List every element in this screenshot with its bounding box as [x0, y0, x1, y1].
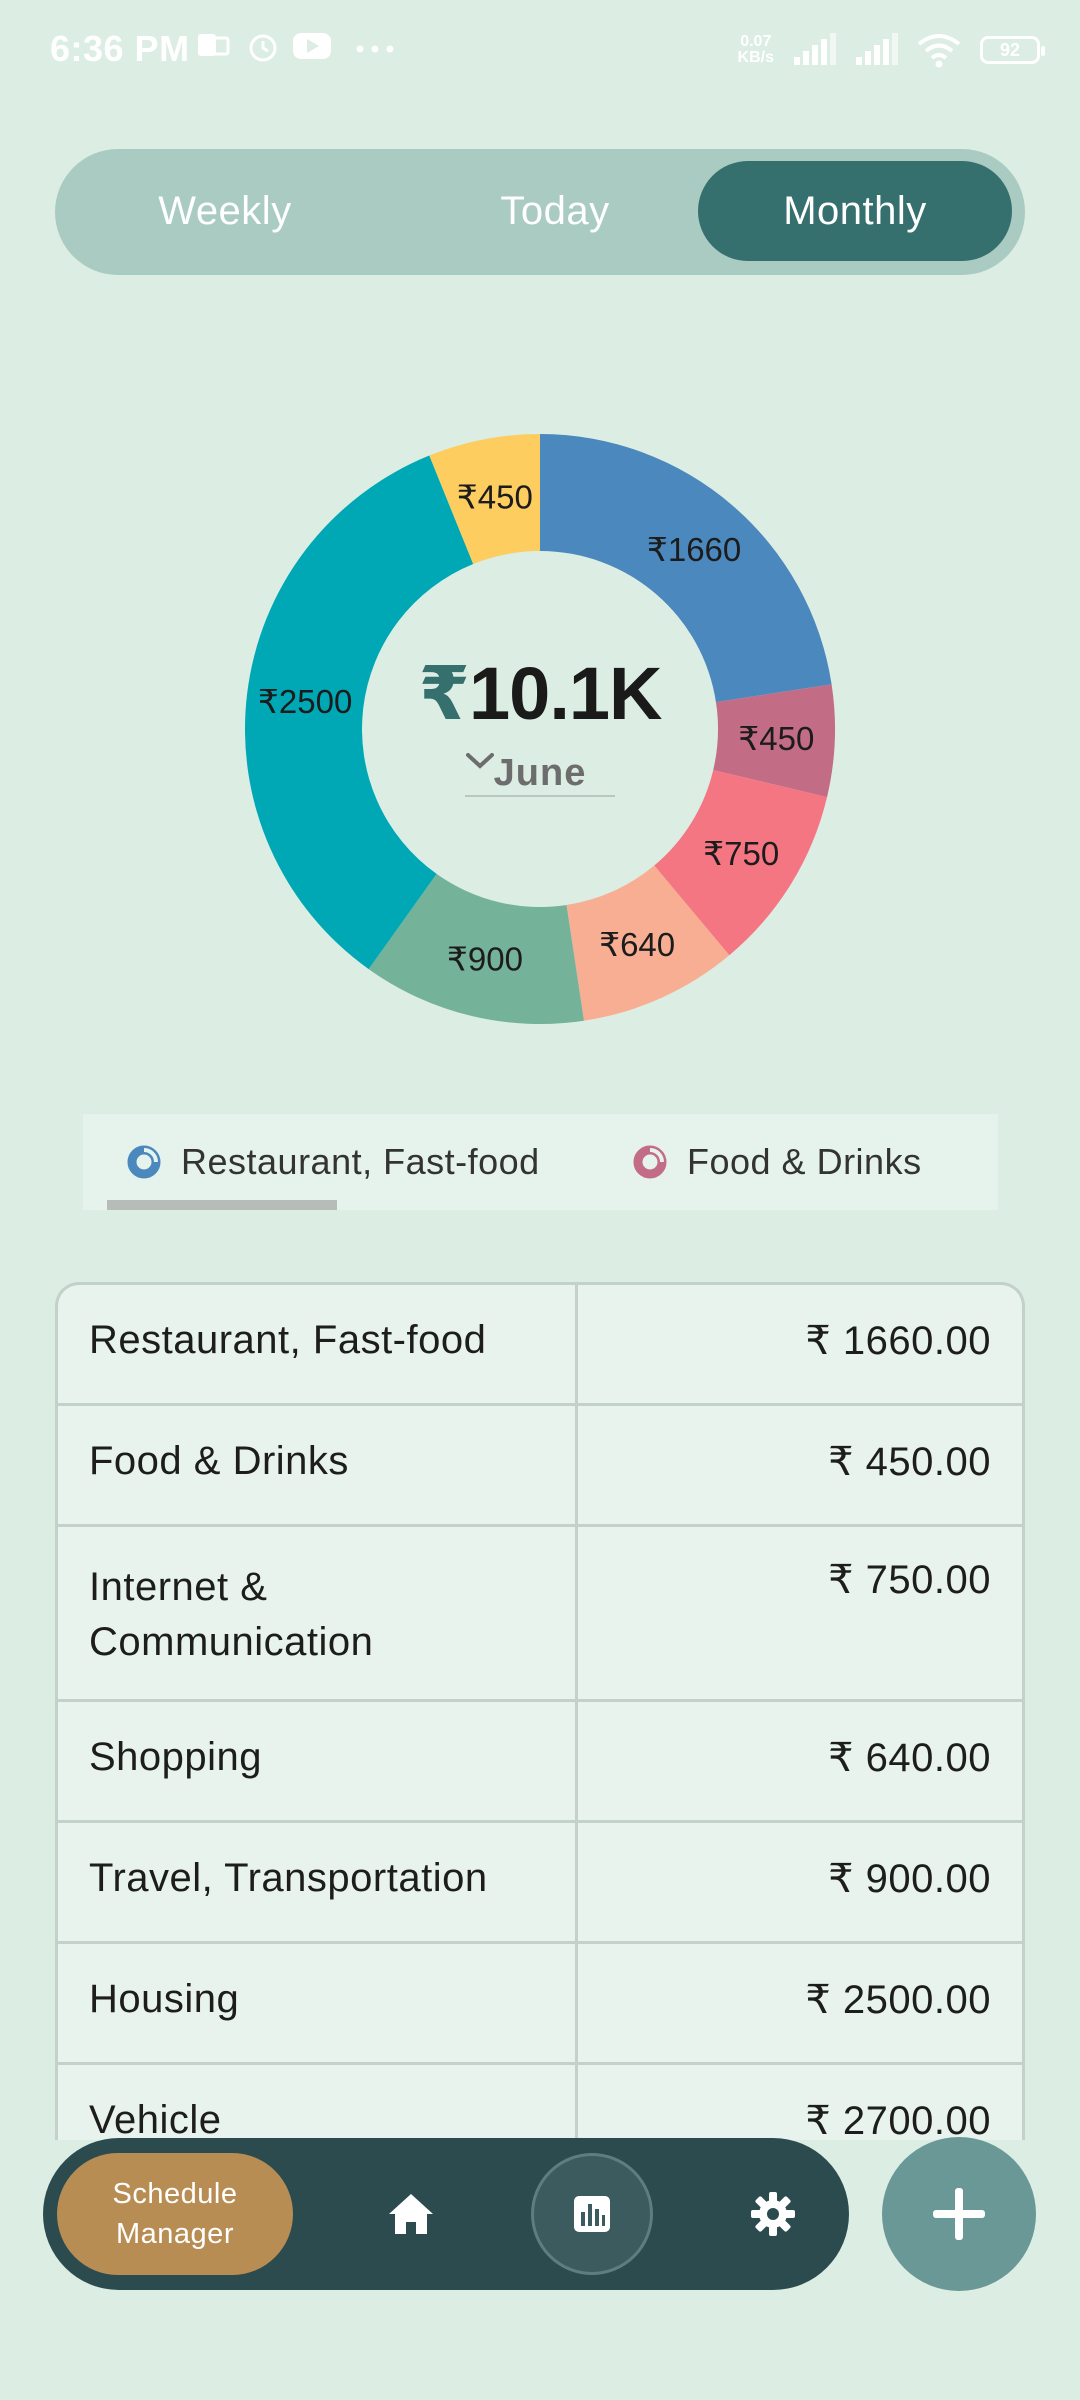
table-row[interactable]: Housing ₹ 2500.00: [58, 1942, 1022, 2065]
donut-center: ₹10.1K June: [240, 429, 840, 1029]
status-right: 0.07 KB/s 92: [737, 28, 1045, 72]
tab-food-drinks[interactable]: Food & Drinks: [633, 1114, 922, 1210]
table-row[interactable]: Travel, Transportation ₹ 900.00: [58, 1821, 1022, 1944]
signal-icon-2: [856, 33, 898, 65]
category-cell: Vehicle: [58, 2063, 578, 2140]
category-cell: Restaurant, Fast-food: [58, 1285, 578, 1406]
schedule-label-line1: Schedule: [112, 2178, 238, 2210]
category-tabs: Restaurant, Fast-food Food & Drinks: [83, 1114, 998, 1210]
total-amount: ₹10.1K: [418, 652, 663, 735]
schedule-label-line2: Manager: [116, 2218, 234, 2250]
status-bar: 6:36 PM 0.07 KB/s 92: [0, 0, 1080, 100]
bar-chart-icon: [574, 2196, 610, 2232]
chevron-down-icon: [466, 753, 494, 769]
category-cell: Shopping: [58, 1700, 578, 1823]
table-row[interactable]: Shopping ₹ 640.00: [58, 1700, 1022, 1823]
signal-icon: [794, 33, 836, 65]
alarm-icon: [249, 34, 277, 62]
tab-restaurant-fast-food[interactable]: Restaurant, Fast-food: [127, 1114, 540, 1210]
more-icon: [356, 45, 394, 53]
youtube-icon: [293, 33, 331, 59]
category-tab-label: Restaurant, Fast-food: [181, 1141, 540, 1182]
table-row[interactable]: Internet & Communication ₹ 750.00: [58, 1525, 1022, 1702]
network-speed: 0.07 KB/s: [737, 33, 774, 66]
table-row[interactable]: Vehicle ₹ 2700.00: [58, 2063, 1022, 2140]
wifi-icon: [917, 34, 961, 68]
status-time: 6:36 PM: [50, 28, 190, 69]
month-label: June: [493, 751, 587, 794]
category-cell: Internet & Communication: [58, 1525, 578, 1702]
month-selector[interactable]: June: [465, 751, 615, 797]
schedule-manager-button[interactable]: Schedule Manager: [57, 2153, 293, 2275]
amount-cell: ₹ 900.00: [576, 1821, 1022, 1944]
gear-icon[interactable]: [743, 2184, 803, 2244]
category-cell: Housing: [58, 1942, 578, 2065]
tab-weekly[interactable]: Weekly: [55, 161, 395, 261]
category-cell: Travel, Transportation: [58, 1821, 578, 1944]
stats-nav-button[interactable]: [531, 2153, 653, 2275]
add-expense-button[interactable]: [882, 2137, 1036, 2291]
expense-donut-chart: ₹1660 ₹450 ₹750 ₹640 ₹900 ₹2500 ₹450 ₹10.1K Ju…: [240, 429, 840, 1029]
battery-indicator: 92: [980, 36, 1045, 64]
outlook-icon: [198, 34, 230, 56]
period-toggle: Weekly Today Monthly: [55, 149, 1025, 275]
expense-table: Restaurant, Fast-food ₹ 1660.00 Food & D…: [55, 1282, 1025, 2140]
plus-icon: [933, 2188, 985, 2240]
amount-cell: ₹ 750.00: [576, 1525, 1022, 1702]
category-ring-icon: [633, 1145, 667, 1179]
amount-cell: ₹ 2500.00: [576, 1942, 1022, 2065]
tab-indicator: [107, 1200, 337, 1210]
tab-today[interactable]: Today: [385, 161, 725, 261]
amount-cell: ₹ 450.00: [576, 1404, 1022, 1527]
category-cell: Food & Drinks: [58, 1404, 578, 1527]
tab-monthly[interactable]: Monthly: [698, 161, 1012, 261]
amount-cell: ₹ 2700.00: [576, 2063, 1022, 2140]
bottom-nav: Schedule Manager: [43, 2138, 849, 2290]
table-row[interactable]: Food & Drinks ₹ 450.00: [58, 1404, 1022, 1527]
category-tab-label: Food & Drinks: [687, 1141, 922, 1182]
home-icon[interactable]: [381, 2184, 441, 2244]
amount-cell: ₹ 1660.00: [576, 1285, 1022, 1406]
category-ring-icon: [127, 1145, 161, 1179]
amount-cell: ₹ 640.00: [576, 1700, 1022, 1823]
table-row[interactable]: Restaurant, Fast-food ₹ 1660.00: [58, 1285, 1022, 1406]
